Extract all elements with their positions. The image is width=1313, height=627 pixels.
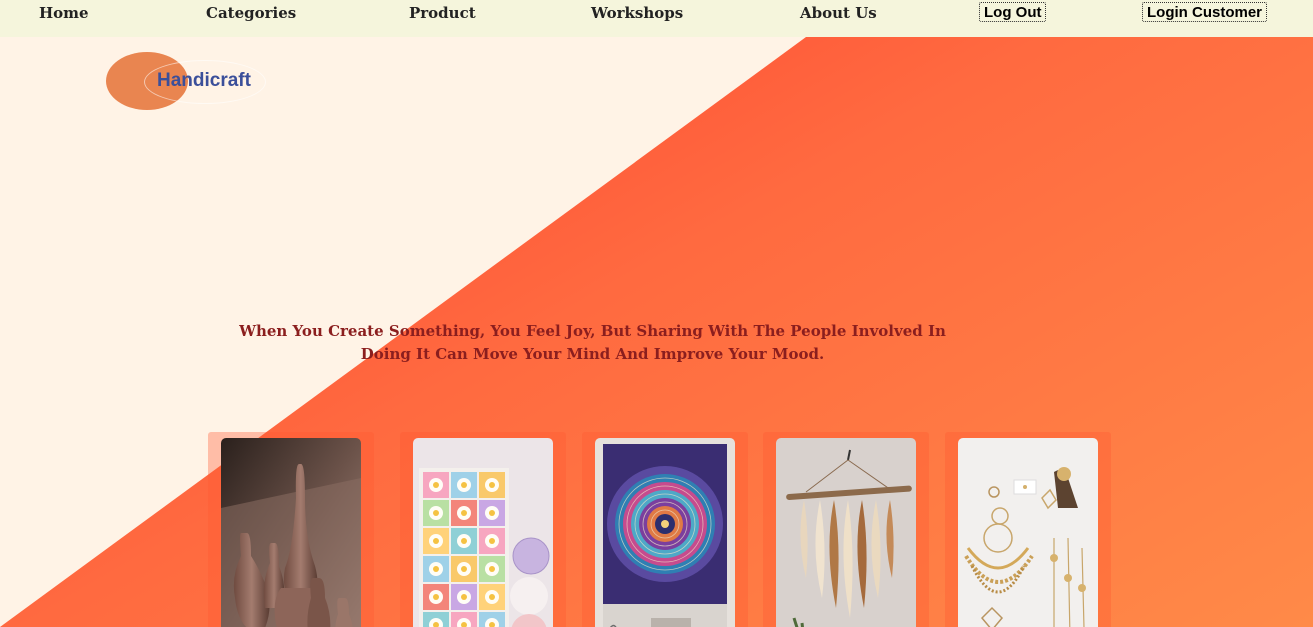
login-customer-button[interactable]: Login Customer: [1142, 2, 1267, 22]
nav-workshops[interactable]: Workshops: [591, 4, 683, 22]
site-logo[interactable]: Handicraft: [106, 52, 286, 112]
mandala-tapestry-image: [595, 438, 735, 627]
product-card-crochet[interactable]: [400, 432, 566, 627]
jewelry-image: [958, 438, 1098, 627]
hero-section: Handicraft When You Create Something, Yo…: [0, 37, 1313, 627]
pottery-vases-image: [221, 438, 361, 627]
logout-button[interactable]: Log Out: [979, 2, 1047, 22]
top-navbar: Home Categories Product Workshops About …: [0, 0, 1313, 37]
crochet-pillow-image: [413, 438, 553, 627]
logo-text: Handicraft: [157, 70, 251, 91]
product-card-macrame[interactable]: [763, 432, 929, 627]
nav-about-us[interactable]: About Us: [800, 4, 877, 22]
nav-product[interactable]: Product: [409, 4, 476, 22]
product-card-pottery[interactable]: [208, 432, 374, 627]
macrame-wall-hanging-image: [776, 438, 916, 627]
nav-home[interactable]: Home: [39, 4, 89, 22]
product-card-jewelry[interactable]: [945, 432, 1111, 627]
nav-categories[interactable]: Categories: [206, 4, 296, 22]
hero-tagline: When You Create Something, You Feel Joy,…: [239, 322, 946, 363]
product-card-tapestry[interactable]: [582, 432, 748, 627]
